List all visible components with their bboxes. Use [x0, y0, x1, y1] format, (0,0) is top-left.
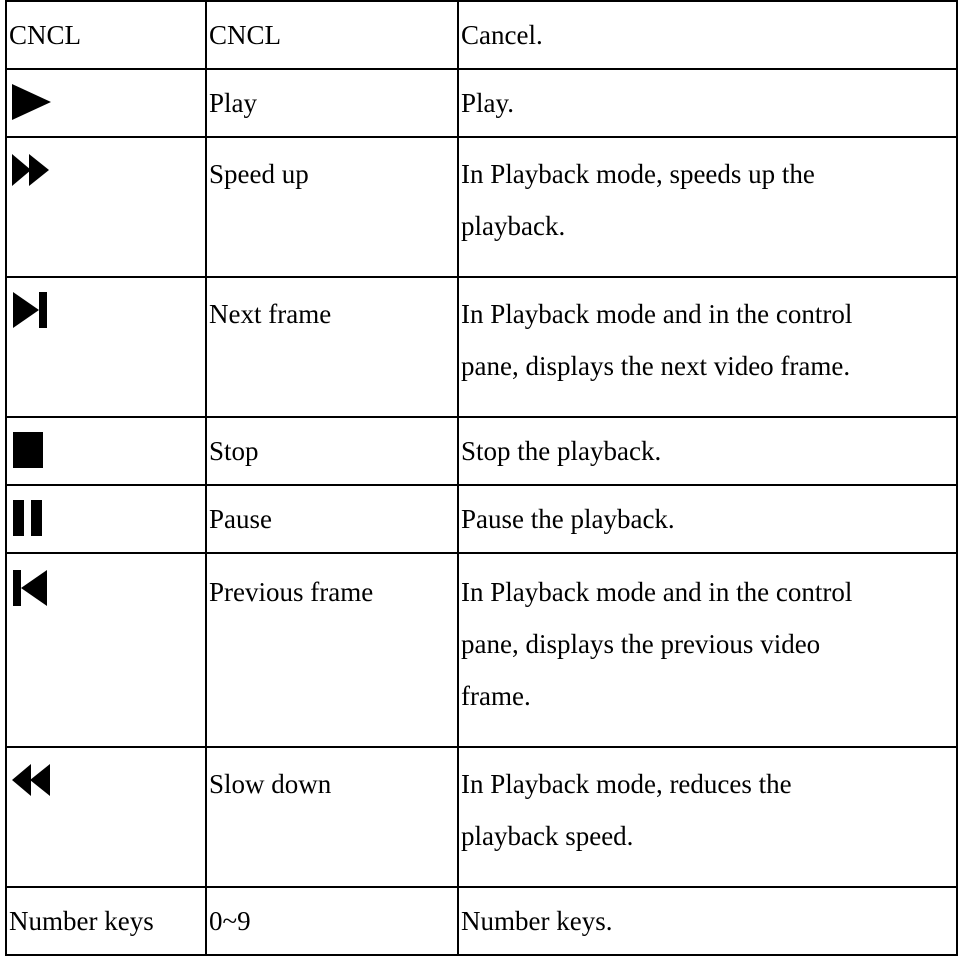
button-description: Pause the playback. — [461, 504, 675, 534]
button-key-cell — [5, 68, 207, 138]
button-description-line: pane, displays the next video frame. — [461, 351, 851, 381]
table-row: Number keys 0~9 Number keys. — [5, 886, 958, 956]
button-key-label: CNCL — [9, 20, 82, 50]
button-description-line: frame. — [461, 681, 531, 711]
button-description: Play. — [461, 88, 514, 118]
next-frame-icon — [9, 290, 61, 330]
button-key-cell — [5, 416, 207, 486]
button-description-line: In Playback mode, speeds up the — [461, 159, 815, 189]
button-description-cell: In Playback mode and in the control pane… — [457, 276, 958, 418]
button-name: Previous frame — [209, 577, 374, 607]
table-row: CNCL CNCL Cancel. — [5, 0, 958, 70]
table-row: Play Play. — [5, 68, 958, 138]
button-description-cell: In Playback mode and in the control pane… — [457, 552, 958, 748]
button-description: Number keys. — [461, 906, 613, 936]
button-description-line: playback speed. — [461, 821, 634, 851]
button-description-cell: Stop the playback. — [457, 416, 958, 486]
button-name-cell: Speed up — [205, 136, 459, 278]
button-name-cell: Next frame — [205, 276, 459, 418]
button-description-cell: In Playback mode, reduces the playback s… — [457, 746, 958, 888]
button-description-line: In Playback mode and in the control — [461, 299, 853, 329]
table-row: Speed up In Playback mode, speeds up the… — [5, 136, 958, 278]
button-name: Pause — [209, 504, 272, 534]
button-name: Play — [209, 88, 258, 118]
rewind-icon — [9, 760, 61, 800]
button-name: CNCL — [209, 20, 282, 50]
button-name: Slow down — [209, 769, 332, 799]
table-row: Next frame In Playback mode and in the c… — [5, 276, 958, 418]
button-description-line: In Playback mode, reduces the — [461, 769, 792, 799]
button-name-cell: Pause — [205, 484, 459, 554]
button-description-cell: Pause the playback. — [457, 484, 958, 554]
button-description-line: playback. — [461, 211, 566, 241]
button-description: Stop the playback. — [461, 436, 662, 466]
button-name-cell: CNCL — [205, 0, 459, 70]
button-description-line: In Playback mode and in the control — [461, 577, 853, 607]
button-name-cell: Slow down — [205, 746, 459, 888]
button-key-cell — [5, 136, 207, 278]
button-description-cell: Cancel. — [457, 0, 958, 70]
button-description-line: pane, displays the previous video — [461, 629, 821, 659]
button-description-cell: Play. — [457, 68, 958, 138]
fast-forward-icon — [9, 150, 61, 190]
button-description: Cancel. — [461, 20, 543, 50]
button-key-cell: Number keys — [5, 886, 207, 956]
table-row: Slow down In Playback mode, reduces the … — [5, 746, 958, 888]
button-name-cell: Play — [205, 68, 459, 138]
button-name: 0~9 — [209, 906, 251, 936]
button-name: Next frame — [209, 299, 332, 329]
button-function-table: CNCL CNCL Cancel. Play Play. Speed up In… — [5, 0, 958, 956]
button-description-cell: Number keys. — [457, 886, 958, 956]
table-row: Stop Stop the playback. — [5, 416, 958, 486]
table-row: Pause Pause the playback. — [5, 484, 958, 554]
button-key-cell — [5, 484, 207, 554]
button-key-cell: CNCL — [5, 0, 207, 70]
stop-icon — [9, 430, 61, 470]
button-key-cell — [5, 552, 207, 748]
button-name: Speed up — [209, 159, 309, 189]
play-icon — [9, 82, 61, 122]
pause-icon — [9, 498, 61, 538]
button-key-label: Number keys — [9, 906, 154, 936]
button-name-cell: 0~9 — [205, 886, 459, 956]
button-name-cell: Previous frame — [205, 552, 459, 748]
button-key-cell — [5, 276, 207, 418]
table-row: Previous frame In Playback mode and in t… — [5, 552, 958, 748]
button-key-cell — [5, 746, 207, 888]
button-name-cell: Stop — [205, 416, 459, 486]
button-description-cell: In Playback mode, speeds up the playback… — [457, 136, 958, 278]
previous-frame-icon — [9, 568, 61, 608]
button-name: Stop — [209, 436, 259, 466]
